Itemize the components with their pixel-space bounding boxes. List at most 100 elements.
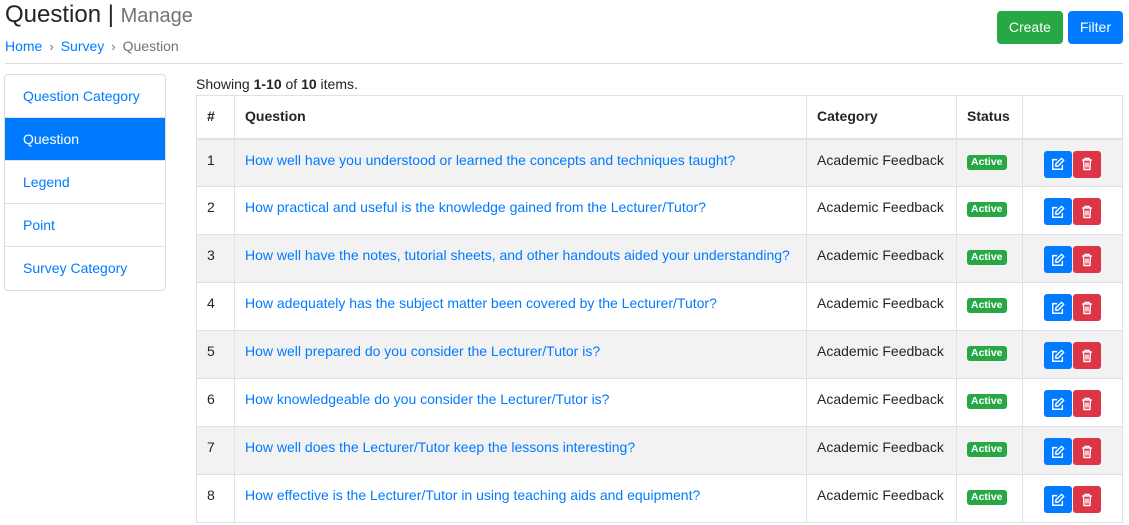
- sidebar-item-legend[interactable]: Legend: [5, 161, 165, 204]
- row-number: 6: [196, 378, 235, 427]
- edit-button[interactable]: [1044, 390, 1072, 417]
- delete-button[interactable]: [1073, 342, 1101, 369]
- row-status-cell: Active: [956, 378, 1023, 427]
- table-row: 4 How adequately has the subject matter …: [196, 282, 1123, 331]
- column-header-question[interactable]: Question: [234, 95, 807, 140]
- trash-icon: [1082, 205, 1092, 218]
- row-category: Academic Feedback: [806, 282, 957, 331]
- row-actions: [1022, 426, 1123, 475]
- delete-button[interactable]: [1073, 390, 1101, 417]
- delete-button[interactable]: [1073, 150, 1101, 178]
- row-question-cell: How well does the Lecturer/Tutor keep th…: [234, 426, 807, 475]
- sidebar-item-question[interactable]: Question: [5, 118, 165, 161]
- row-category: Academic Feedback: [806, 186, 957, 235]
- summary-range: 1-10: [253, 76, 282, 92]
- row-number: 7: [196, 426, 235, 475]
- delete-button[interactable]: [1073, 246, 1101, 273]
- row-number: 1: [196, 138, 235, 187]
- question-link[interactable]: How well have you understood or learned …: [245, 152, 735, 168]
- row-category: Academic Feedback: [806, 234, 957, 283]
- row-actions: [1022, 474, 1123, 523]
- column-header-status[interactable]: Status: [956, 95, 1023, 140]
- status-badge: Active: [967, 394, 1007, 409]
- trash-icon: [1082, 253, 1092, 266]
- summary-middle: of: [281, 76, 302, 92]
- row-actions: [1022, 186, 1123, 235]
- row-question-cell: How well have you understood or learned …: [234, 138, 807, 187]
- table-row: 5 How well prepared do you consider the …: [196, 330, 1123, 379]
- delete-button[interactable]: [1073, 294, 1101, 321]
- edit-icon: [1052, 397, 1065, 410]
- row-question-cell: How adequately has the subject matter be…: [234, 282, 807, 331]
- trash-icon: [1082, 349, 1092, 362]
- edit-icon: [1052, 349, 1065, 362]
- breadcrumb-separator-icon: ›: [49, 38, 54, 54]
- trash-icon: [1082, 493, 1092, 506]
- row-status-cell: Active: [956, 426, 1023, 475]
- page-header: Question | Manage Home › Survey › Questi…: [5, 0, 193, 54]
- row-number: 8: [196, 474, 235, 523]
- edit-icon: [1052, 253, 1065, 266]
- question-link[interactable]: How well prepared do you consider the Le…: [245, 343, 600, 359]
- status-badge: Active: [967, 154, 1007, 170]
- question-link[interactable]: How effective is the Lecturer/Tutor in u…: [245, 487, 700, 503]
- create-button[interactable]: Create: [996, 11, 1063, 44]
- summary-prefix: Showing: [196, 76, 254, 92]
- status-badge: Active: [967, 442, 1007, 457]
- breadcrumb-survey[interactable]: Survey: [61, 38, 105, 54]
- edit-button[interactable]: [1044, 342, 1072, 369]
- edit-icon: [1052, 493, 1065, 506]
- trash-icon: [1082, 157, 1092, 171]
- edit-button[interactable]: [1044, 150, 1072, 178]
- sidebar-item-question-category[interactable]: Question Category: [5, 75, 165, 118]
- breadcrumb: Home › Survey › Question: [5, 38, 193, 54]
- table-row: 8 How effective is the Lecturer/Tutor in…: [196, 474, 1123, 523]
- delete-button[interactable]: [1073, 198, 1101, 225]
- sidebar-nav: Question Category Question Legend Point …: [4, 74, 166, 291]
- column-header-actions: [1022, 95, 1123, 140]
- status-badge: Active: [967, 346, 1007, 361]
- row-number: 5: [196, 330, 235, 379]
- filter-button[interactable]: Filter: [1067, 11, 1123, 44]
- row-category: Academic Feedback: [806, 474, 957, 523]
- question-link[interactable]: How practical and useful is the knowledg…: [245, 199, 706, 215]
- delete-button[interactable]: [1073, 438, 1101, 465]
- breadcrumb-current: Question: [122, 38, 179, 54]
- page-title-main: Question: [5, 1, 102, 28]
- table-row: 3 How well have the notes, tutorial shee…: [196, 234, 1123, 283]
- edit-button[interactable]: [1044, 438, 1072, 465]
- results-summary: Showing 1-10 of 10 items.: [196, 76, 358, 92]
- page-subtitle: Manage: [120, 5, 193, 27]
- delete-button[interactable]: [1073, 486, 1101, 513]
- row-actions: [1022, 378, 1123, 427]
- row-status-cell: Active: [956, 138, 1023, 187]
- column-header-category[interactable]: Category: [806, 95, 957, 140]
- row-status-cell: Active: [956, 186, 1023, 235]
- row-question-cell: How well have the notes, tutorial sheets…: [234, 234, 807, 283]
- sidebar-item-point[interactable]: Point: [5, 204, 165, 247]
- row-actions: [1022, 330, 1123, 379]
- questions-table-container: # Question Category Status 1 How well ha…: [196, 95, 1123, 523]
- top-actions: Create Filter: [996, 11, 1123, 44]
- trash-icon: [1082, 397, 1092, 410]
- status-badge: Active: [967, 250, 1007, 265]
- question-link[interactable]: How adequately has the subject matter be…: [245, 295, 717, 311]
- edit-button[interactable]: [1044, 246, 1072, 273]
- edit-icon: [1052, 157, 1065, 170]
- breadcrumb-home[interactable]: Home: [5, 38, 42, 54]
- edit-button[interactable]: [1044, 198, 1072, 225]
- question-link[interactable]: How well does the Lecturer/Tutor keep th…: [245, 439, 635, 455]
- column-header-number[interactable]: #: [196, 95, 235, 140]
- sidebar-item-survey-category[interactable]: Survey Category: [5, 247, 165, 290]
- row-question-cell: How practical and useful is the knowledg…: [234, 186, 807, 235]
- row-status-cell: Active: [956, 282, 1023, 331]
- row-status-cell: Active: [956, 330, 1023, 379]
- edit-button[interactable]: [1044, 486, 1072, 513]
- row-number: 4: [196, 282, 235, 331]
- edit-button[interactable]: [1044, 294, 1072, 321]
- row-category: Academic Feedback: [806, 426, 957, 475]
- row-category: Academic Feedback: [806, 138, 957, 187]
- row-category: Academic Feedback: [806, 378, 957, 427]
- question-link[interactable]: How knowledgeable do you consider the Le…: [245, 391, 609, 407]
- question-link[interactable]: How well have the notes, tutorial sheets…: [245, 247, 790, 263]
